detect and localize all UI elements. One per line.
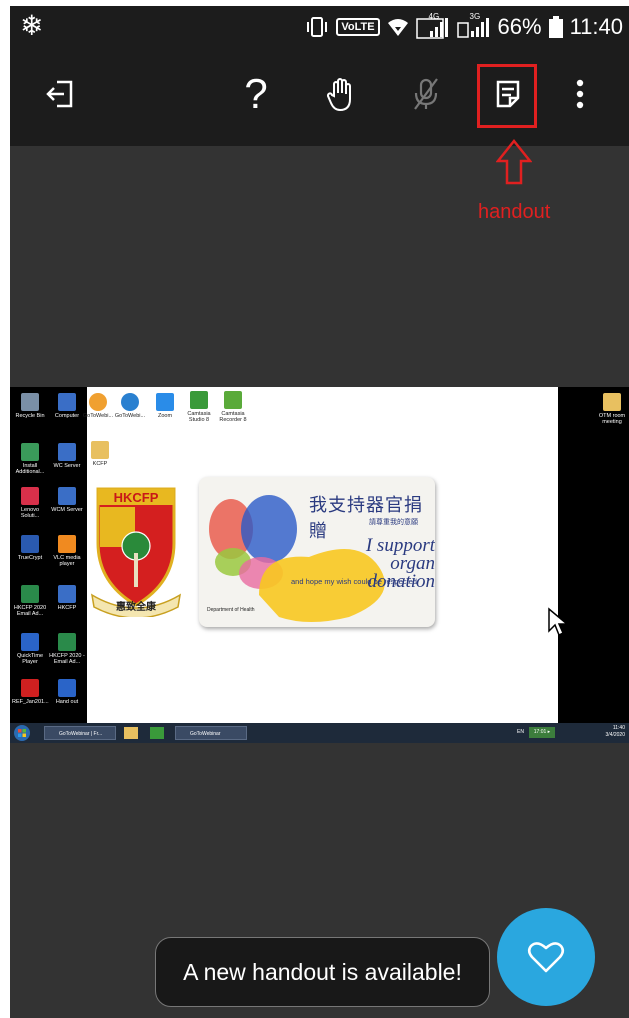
- desktop-icon: Zoom: [147, 393, 183, 419]
- desktop-icon: GoToWebi...: [112, 393, 148, 419]
- mouse-cursor-icon: [548, 607, 569, 637]
- desktop-icon: Lenovo Soluti...: [12, 487, 48, 519]
- desktop-icon: QuickTime Player: [12, 633, 48, 665]
- taskbar-clock: 11:40 3/4/2020: [606, 725, 625, 739]
- desktop-icon: WC Server: [49, 443, 85, 469]
- desktop-icon: VLC media player: [49, 535, 85, 567]
- desktop-icon: TrueCrypt: [12, 535, 48, 561]
- desktop-icon: Camtasia Studio 8: [181, 391, 217, 423]
- handout-annotation-label: handout: [478, 201, 551, 223]
- desktop-icon: REF_Jan201...: [12, 679, 49, 705]
- desktop-icon: Camtasia Recorder 8: [215, 391, 251, 423]
- help-icon: ?: [244, 70, 268, 117]
- heart-icon: [527, 942, 565, 973]
- svg-text:HKCFP: HKCFP: [114, 490, 159, 505]
- status-bar-right: VoLTE 4G 3G 66% 11:40: [305, 12, 623, 40]
- svg-text:惠致全康: 惠致全康: [116, 600, 157, 613]
- desktop-icon: GoToWebi...: [80, 393, 116, 419]
- desktop-icon: HKCFP: [49, 585, 85, 611]
- up-arrow-annotation-icon: [496, 139, 532, 185]
- desktop-icon: WCM Server: [49, 487, 85, 513]
- signal-3g: 3G: [456, 12, 491, 39]
- battery-percent: 66%: [497, 14, 542, 39]
- phone-screen: ❄ VoLTE 4G 3G 66% 11:40 ? handout Recycl…: [10, 6, 629, 1018]
- mic-muted-icon: [414, 78, 438, 110]
- windows-taskbar: GoToWebinar | Fr... GoToWebinar EN 17:01…: [10, 723, 629, 743]
- desktop-icon: OTM room meeting: [594, 393, 629, 425]
- raise-hand-icon: [326, 78, 351, 112]
- shared-screen: Recycle Bin Computer Install Additional.…: [10, 387, 629, 743]
- taskbar-explorer-icon: [124, 727, 138, 739]
- toast-message: A new handout is available!: [183, 958, 462, 985]
- desktop-icon: Recycle Bin: [12, 393, 48, 419]
- signal-bars-icon: [456, 18, 489, 38]
- signal-4g: 4G: [415, 12, 450, 39]
- raise-hand-button[interactable]: [318, 70, 366, 118]
- help-button[interactable]: ?: [232, 70, 280, 118]
- favorite-button[interactable]: [497, 908, 595, 1006]
- card-department-text: Department of Health: [207, 607, 255, 613]
- wifi-icon: [387, 19, 408, 36]
- vibrate-icon: [307, 17, 328, 37]
- windows-start-icon: [14, 725, 30, 741]
- battery-icon: [548, 16, 563, 38]
- taskbar-language: EN: [517, 729, 524, 735]
- desktop-right-area: [558, 387, 629, 723]
- exit-button[interactable]: [36, 70, 84, 118]
- desktop-icon: HKCFP 2020 Email Ad...: [12, 585, 48, 617]
- microphone-button[interactable]: [402, 70, 450, 118]
- taskbar-badge: 17:01 ▸: [529, 727, 555, 738]
- volte-badge: VoLTE: [336, 18, 380, 36]
- new-handout-toast: A new handout is available!: [155, 937, 490, 1007]
- more-menu-button[interactable]: [556, 70, 604, 118]
- exit-icon: [46, 80, 73, 108]
- signal-bars-icon: [415, 18, 448, 39]
- taskbar-date: 3/4/2020: [605, 732, 625, 738]
- card-chinese-subtitle: 請尊重我的意願: [369, 519, 418, 526]
- organ-donation-card: 我支持器官捐贈 請尊重我的意願 I support organ donation…: [199, 477, 435, 627]
- taskbar-task-gotowebinar: GoToWebinar: [175, 726, 247, 740]
- more-menu-icon: [576, 79, 584, 109]
- hkcfp-crest-logo: HKCFP 惠致全康: [90, 487, 182, 617]
- snowflake-icon: ❄: [20, 10, 44, 41]
- desktop-icon: HKCFP 2020 - Email Ad...: [49, 633, 85, 665]
- taskbar-task-browser: GoToWebinar | Fr...: [44, 726, 116, 740]
- desktop-icon: Install Additional...: [12, 443, 48, 475]
- desktop-icon: Hand out: [49, 679, 85, 705]
- handout-highlight-box: [477, 64, 537, 128]
- taskbar-time: 11:40: [612, 725, 625, 731]
- clock: 11:40: [569, 14, 623, 39]
- card-hope-text: and hope my wish could be respected: [291, 577, 417, 586]
- desktop-folder-icon: KCFP: [82, 441, 118, 467]
- status-bar: ❄ VoLTE 4G 3G 66% 11:40: [10, 6, 629, 48]
- taskbar-camtasia-icon: [150, 727, 164, 739]
